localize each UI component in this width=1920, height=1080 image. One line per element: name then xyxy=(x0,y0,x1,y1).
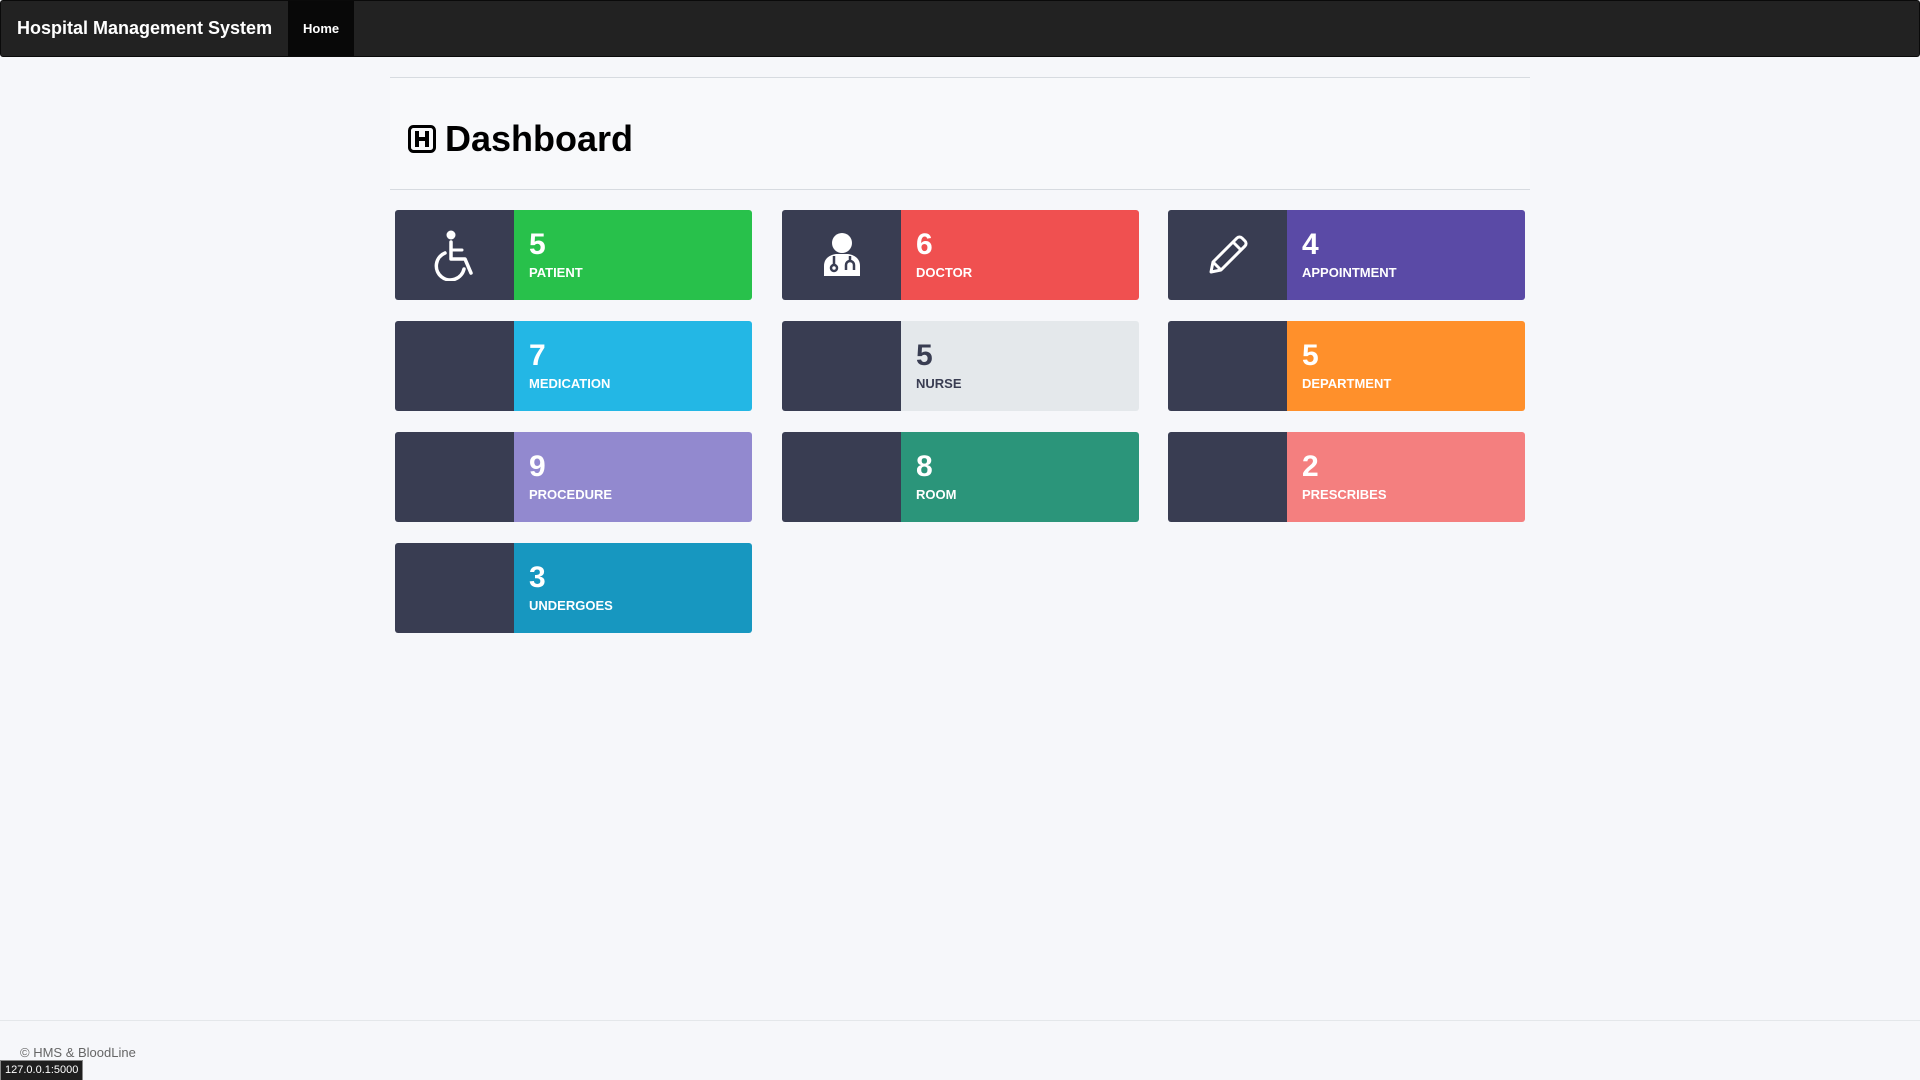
card-icon-box xyxy=(782,321,901,411)
patient-count: 5 xyxy=(529,228,546,261)
doctor-count: 6 xyxy=(916,228,933,261)
card-department[interactable]: 5 DEPARTMENT xyxy=(1168,321,1525,411)
footer-divider xyxy=(0,1020,1920,1021)
card-icon-box xyxy=(395,321,514,411)
page-title: Dashboard xyxy=(408,118,633,160)
card-icon-box xyxy=(782,432,901,522)
card-patient[interactable]: 5 PATIENT xyxy=(395,210,752,300)
card-icon-box xyxy=(1168,432,1287,522)
card-info: 7 MEDICATION xyxy=(514,321,752,411)
card-icon-box xyxy=(782,210,901,300)
card-room[interactable]: 8 ROOM xyxy=(782,432,1139,522)
brand-link[interactable]: Hospital Management System xyxy=(1,1,288,56)
card-prescribes[interactable]: 2 PRESCRIBES xyxy=(1168,432,1525,522)
prescribes-label: PRESCRIBES xyxy=(1302,487,1387,502)
card-undergoes[interactable]: 3 UNDERGOES xyxy=(395,543,752,633)
room-label: ROOM xyxy=(916,487,957,502)
card-info: 3 UNDERGOES xyxy=(514,543,752,633)
room-count: 8 xyxy=(916,450,933,483)
card-info: 9 PROCEDURE xyxy=(514,432,752,522)
prescribes-count: 2 xyxy=(1302,450,1319,483)
undergoes-label: UNDERGOES xyxy=(529,598,613,613)
page-title-text: Dashboard xyxy=(445,118,634,159)
card-info: 8 ROOM xyxy=(901,432,1139,522)
procedure-count: 9 xyxy=(529,450,546,483)
card-info: 5 NURSE xyxy=(901,321,1139,411)
appointment-count: 4 xyxy=(1302,228,1319,261)
card-info: 4 APPOINTMENT xyxy=(1287,210,1525,300)
card-icon-box xyxy=(1168,210,1287,300)
card-info: 5 PATIENT xyxy=(514,210,752,300)
nurse-count: 5 xyxy=(916,339,933,372)
card-icon-box xyxy=(395,432,514,522)
nav-home-link[interactable]: Home xyxy=(288,1,355,56)
card-doctor[interactable]: 6 DOCTOR xyxy=(782,210,1139,300)
procedure-label: PROCEDURE xyxy=(529,487,613,502)
card-procedure[interactable]: 9 PROCEDURE xyxy=(395,432,752,522)
wheelchair-icon xyxy=(434,230,473,281)
appointment-label: APPOINTMENT xyxy=(1302,265,1397,280)
top-navbar: Hospital Management System Home xyxy=(0,0,1920,57)
doctor-label: DOCTOR xyxy=(916,265,973,280)
card-icon-box xyxy=(1168,321,1287,411)
pencil-icon xyxy=(1209,235,1248,274)
card-icon-box xyxy=(395,210,514,300)
card-info: 5 DEPARTMENT xyxy=(1287,321,1525,411)
medication-label: MEDICATION xyxy=(529,376,611,391)
patient-label: PATIENT xyxy=(529,265,583,280)
undergoes-count: 3 xyxy=(529,561,546,594)
card-icon-box xyxy=(395,543,514,633)
page-header: Dashboard xyxy=(390,77,1530,190)
card-appointment[interactable]: 4 APPOINTMENT xyxy=(1168,210,1525,300)
hospital-h-icon xyxy=(408,125,436,153)
doctor-icon xyxy=(823,233,860,276)
status-bar-url: 127.0.0.1:5000 xyxy=(0,1060,84,1080)
nurse-label: NURSE xyxy=(916,376,962,391)
card-medication[interactable]: 7 MEDICATION xyxy=(395,321,752,411)
footer-text: © HMS & BloodLine xyxy=(20,1045,136,1060)
medication-count: 7 xyxy=(529,339,546,372)
department-label: DEPARTMENT xyxy=(1302,376,1392,391)
card-info: 2 PRESCRIBES xyxy=(1287,432,1525,522)
card-nurse[interactable]: 5 NURSE xyxy=(782,321,1139,411)
card-info: 6 DOCTOR xyxy=(901,210,1139,300)
department-count: 5 xyxy=(1302,339,1319,372)
